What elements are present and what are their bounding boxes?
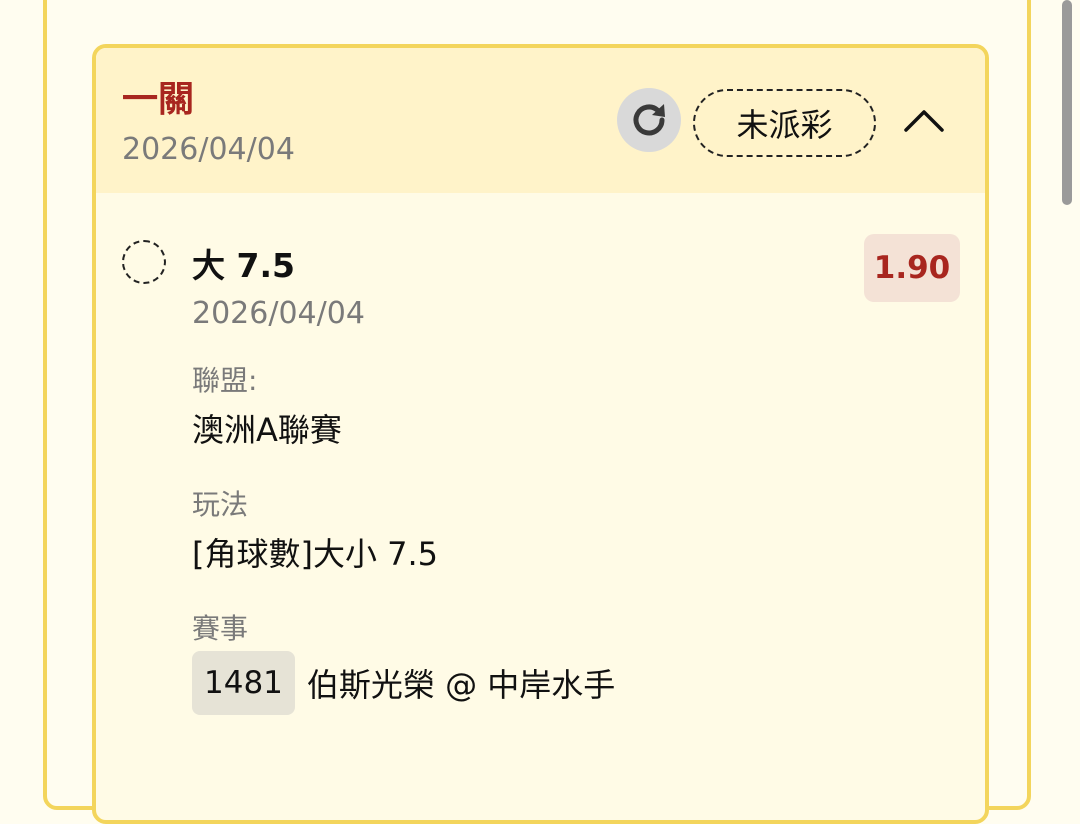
- bet-type-title: 一關: [122, 79, 195, 120]
- odds-badge: 1.90: [864, 234, 960, 302]
- dashed-radio-icon[interactable]: [122, 240, 166, 284]
- bet-date: 2026/04/04: [122, 132, 295, 167]
- chevron-up-icon: [904, 110, 944, 132]
- scrollbar-thumb[interactable]: [1062, 0, 1072, 205]
- refresh-icon: [633, 104, 665, 136]
- match-teams: 伯斯光榮 @ 中岸水手: [306, 666, 616, 704]
- selection-name: 大 7.5: [192, 246, 295, 285]
- market-label: 玩法: [192, 488, 249, 521]
- bet-card-header[interactable]: 一關 2026/04/04 未派彩: [96, 48, 985, 193]
- match-row: 1481 伯斯光榮 @ 中岸水手: [192, 650, 615, 716]
- collapse-button[interactable]: [901, 100, 947, 140]
- refresh-button[interactable]: [617, 88, 681, 152]
- market-value: [角球數]大小 7.5: [192, 535, 439, 573]
- settlement-status-badge: 未派彩: [693, 89, 876, 157]
- league-label: 聯盟:: [192, 364, 258, 397]
- league-value: 澳洲A聯賽: [192, 411, 342, 449]
- match-label: 賽事: [192, 612, 249, 645]
- bet-card: 一關 2026/04/04 未派彩 大 7.5 2026/04/04 1.90 …: [92, 44, 989, 824]
- match-code-badge: 1481: [192, 651, 295, 715]
- selection-date: 2026/04/04: [192, 296, 365, 331]
